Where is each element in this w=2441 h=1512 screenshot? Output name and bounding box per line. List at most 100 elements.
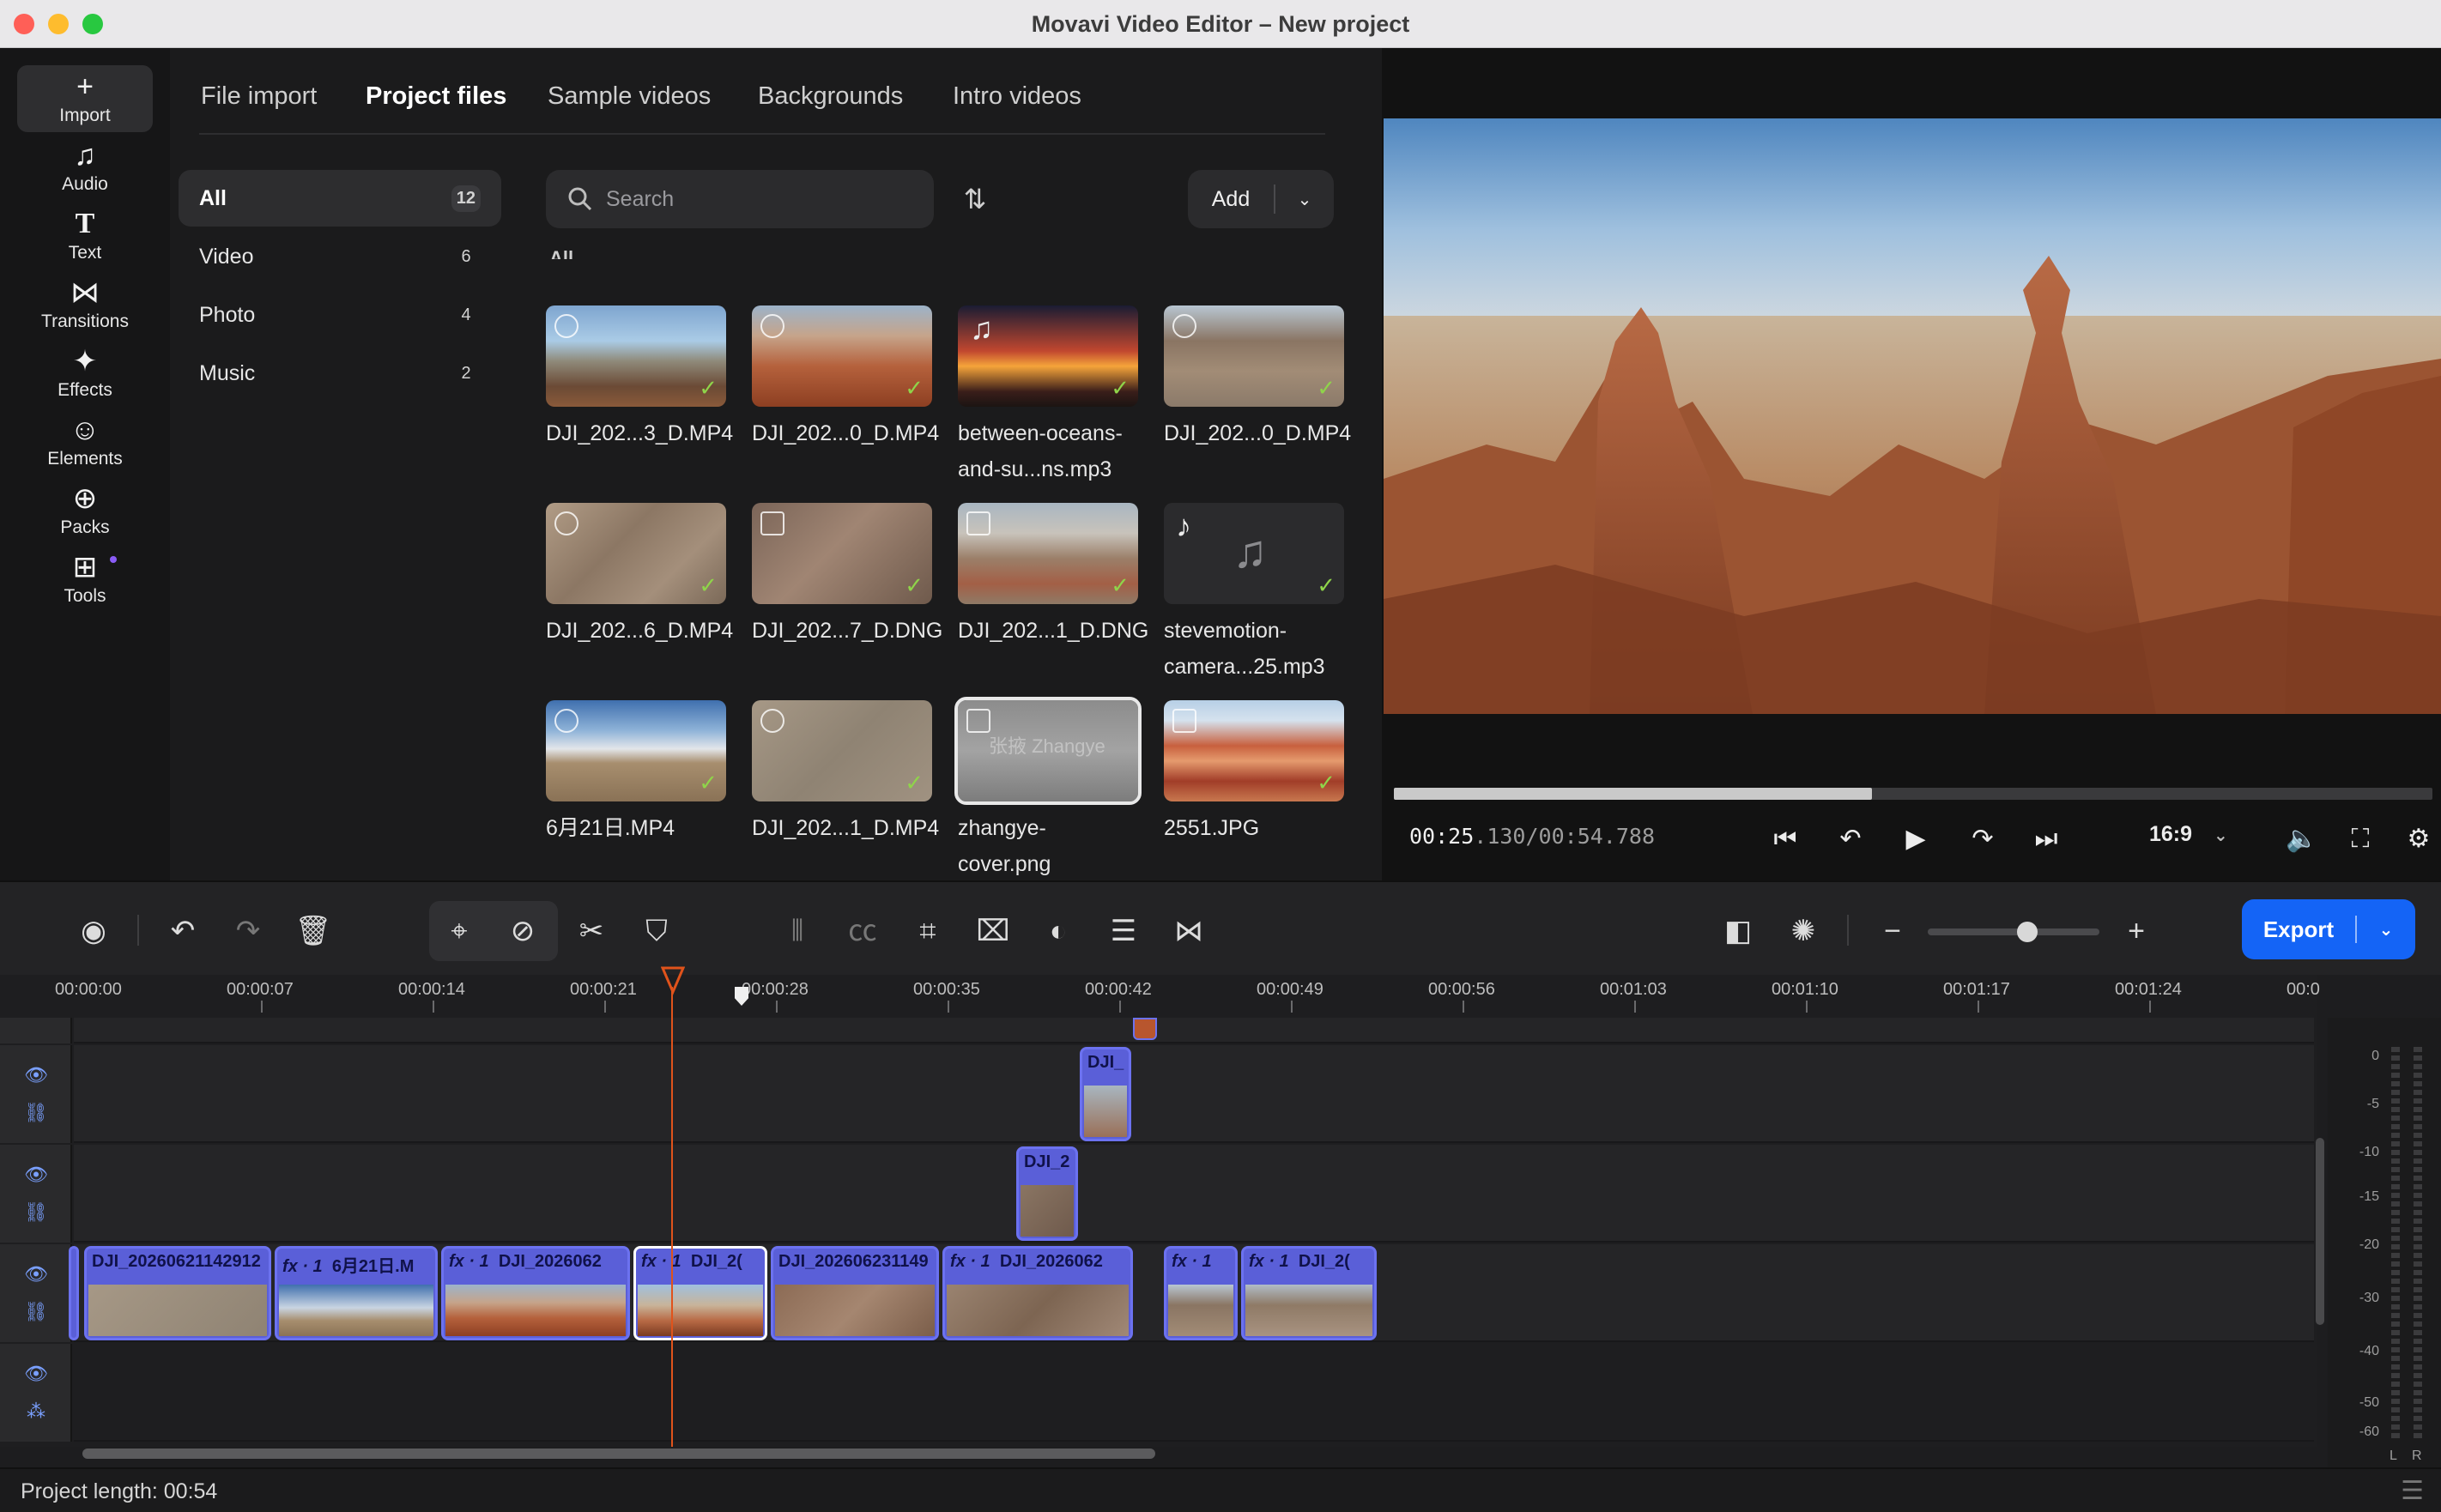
zoom-slider-knob[interactable]: [2017, 922, 2038, 942]
cut-icon[interactable]: ✂: [568, 908, 615, 954]
fullscreen-icon[interactable]: ⛶: [2338, 817, 2383, 862]
aspect-ratio-select[interactable]: 16:9 ⌄: [2149, 822, 2228, 847]
color-adjust-icon[interactable]: ◐: [1035, 908, 1081, 954]
tab-intro-videos[interactable]: Intro videos: [953, 82, 1081, 111]
nav-packs[interactable]: ⊕ Packs: [17, 477, 153, 544]
media-item[interactable]: ✓ DJI_202...1_D.DNG: [958, 503, 1148, 649]
timeline-clip[interactable]: fx · 1: [1164, 1246, 1238, 1340]
chevron-down-icon[interactable]: ⌄: [2357, 919, 2415, 940]
eye-icon[interactable]: 👁: [24, 1064, 48, 1088]
category-music[interactable]: Music 2: [179, 345, 501, 402]
playhead-line[interactable]: [671, 987, 673, 1447]
preview-video[interactable]: [1384, 118, 2441, 714]
unlink-icon[interactable]: ⛓: [24, 1102, 48, 1126]
category-photo[interactable]: Photo 4: [179, 287, 501, 343]
nav-effects[interactable]: ✦ Effects: [17, 340, 153, 407]
eye-icon[interactable]: 👁: [24, 1263, 48, 1287]
eye-icon[interactable]: 👁: [24, 1164, 48, 1188]
split-audio-icon[interactable]: ⫴: [774, 908, 821, 954]
add-button[interactable]: Add ⌄: [1188, 170, 1334, 228]
focus-icon[interactable]: ⌗: [905, 908, 951, 954]
eye-icon[interactable]: 👁: [24, 1363, 48, 1387]
audio-track-icon[interactable]: ⁂: [24, 1400, 48, 1424]
media-item[interactable]: 张掖 Zhangye zhangye-cover.png: [954, 697, 1142, 882]
media-item[interactable]: ✓ DJI_202...7_D.DNG: [752, 503, 942, 649]
delete-icon[interactable]: 🗑: [290, 908, 336, 954]
unlink-icon[interactable]: ⛓: [24, 1201, 48, 1225]
settings-gear-icon[interactable]: ⚙: [2396, 817, 2441, 862]
timeline-clip[interactable]: DJI_20260621142912: [84, 1246, 271, 1340]
redo-icon[interactable]: ↷: [225, 908, 271, 954]
undo-icon[interactable]: ↶: [160, 908, 206, 954]
ruler-tick: [433, 1001, 434, 1013]
category-video[interactable]: Video 6: [179, 228, 501, 285]
media-item[interactable]: ✓ DJI_202...3_D.MP4: [546, 305, 733, 451]
timeline-clip[interactable]: DJI_202606231149: [771, 1246, 939, 1340]
timeline-clip[interactable]: fx · 1 DJI_2026062: [441, 1246, 630, 1340]
tab-file-import[interactable]: File import: [201, 82, 317, 111]
zoom-slider[interactable]: [1928, 928, 2099, 935]
timeline-vertical-scrollbar[interactable]: [2316, 1138, 2324, 1325]
volume-icon[interactable]: 🔈: [2280, 817, 2324, 862]
clip-fragment[interactable]: [1133, 1018, 1157, 1040]
audio-sync-icon[interactable]: ◧: [1715, 908, 1761, 954]
media-thumbnail: ✓: [752, 305, 932, 407]
nav-label: Effects: [58, 380, 112, 400]
sort-icon[interactable]: ⇅: [951, 175, 999, 223]
timeline-clip[interactable]: fx · 1 6月21日.M: [275, 1246, 438, 1340]
media-item[interactable]: ✓ 6月21日.MP4: [546, 700, 726, 846]
timeline-clip-selected[interactable]: fx · 1 DJI_2(: [633, 1246, 767, 1340]
category-all[interactable]: All 12: [179, 170, 501, 227]
chevron-down-icon[interactable]: ⌄: [1275, 189, 1334, 210]
captions-icon[interactable]: ㏄: [839, 908, 886, 954]
search-input[interactable]: Search: [606, 187, 674, 212]
preview-progress-bar[interactable]: [1394, 788, 2432, 800]
ruler-time-label: 00:00:14: [398, 980, 465, 999]
timeline-ruler[interactable]: 00:00:00 00:00:07 00:00:14 00:00:21 00:00:28…: [0, 975, 2320, 1018]
tab-backgrounds[interactable]: Backgrounds: [758, 82, 903, 111]
sliders-icon[interactable]: ☰: [1100, 908, 1147, 954]
export-button[interactable]: Export ⌄: [2242, 899, 2415, 959]
play-icon[interactable]: ▶: [1893, 817, 1938, 862]
skip-to-start-icon[interactable]: ⏮: [1763, 817, 1808, 862]
tab-sample-videos[interactable]: Sample videos: [548, 82, 711, 111]
magic-icon[interactable]: ✺: [1780, 908, 1826, 954]
step-forward-icon[interactable]: ↷: [1960, 817, 2005, 862]
ruler-time-label: 00:00:21: [570, 980, 637, 999]
timeline-horizontal-scrollbar[interactable]: [82, 1448, 1155, 1459]
media-item[interactable]: ✓ 2551.JPG: [1164, 700, 1344, 846]
record-icon[interactable]: ◉: [70, 908, 117, 954]
timeline-clip[interactable]: fx · 1 DJI_2(: [1241, 1246, 1377, 1340]
media-item[interactable]: ✓ DJI_202...0_D.MP4: [752, 305, 939, 451]
shield-icon[interactable]: ⛉: [633, 908, 680, 954]
zoom-out-icon[interactable]: −: [1869, 908, 1916, 954]
zoom-in-icon[interactable]: +: [2113, 908, 2159, 954]
nav-audio[interactable]: ♫ Audio: [17, 134, 153, 201]
nav-text[interactable]: T Text: [17, 203, 153, 269]
step-back-icon[interactable]: ↶: [1828, 817, 1873, 862]
timeline-clip[interactable]: [69, 1246, 79, 1340]
media-item[interactable]: ✓ DJI_202...1_D.MP4: [752, 700, 939, 846]
media-item[interactable]: ♫ ✓ between-oceans-and-su...ns.mp3: [958, 305, 1138, 487]
nav-elements[interactable]: ☺ Elements: [17, 408, 153, 475]
menu-icon[interactable]: ☰: [2401, 1476, 2424, 1506]
tab-project-files[interactable]: Project files: [366, 82, 506, 111]
timeline-clip[interactable]: fx · 1 DJI_2026062: [942, 1246, 1133, 1340]
timeline-clip[interactable]: DJI_: [1080, 1047, 1131, 1141]
clip-label: fx · 1 DJI_2026062: [950, 1252, 1127, 1272]
skip-to-end-icon[interactable]: ⏭: [2024, 817, 2068, 862]
media-item[interactable]: ✓ DJI_202...6_D.MP4: [546, 503, 733, 649]
media-item[interactable]: ♪ ♫ ✓ stevemotion-camera...25.mp3: [1164, 503, 1344, 685]
playhead-handle[interactable]: [661, 966, 685, 995]
transition-icon[interactable]: ⋈: [1166, 908, 1212, 954]
nav-import[interactable]: + Import: [17, 65, 153, 132]
media-item[interactable]: ✓ DJI_202...0_D.MP4: [1164, 305, 1351, 451]
crop-icon[interactable]: ⌧: [970, 908, 1016, 954]
nav-transitions[interactable]: ⋈ Transitions: [17, 271, 153, 338]
nav-tools[interactable]: ⊞ Tools: [17, 546, 153, 613]
ripple-tool-icon[interactable]: ⊘: [500, 908, 546, 954]
search-box[interactable]: Search: [546, 170, 934, 228]
select-cursor-icon[interactable]: ⌖: [436, 908, 482, 954]
timeline-clip[interactable]: DJI_2: [1016, 1146, 1078, 1241]
unlink-icon[interactable]: ⛓: [24, 1301, 48, 1325]
